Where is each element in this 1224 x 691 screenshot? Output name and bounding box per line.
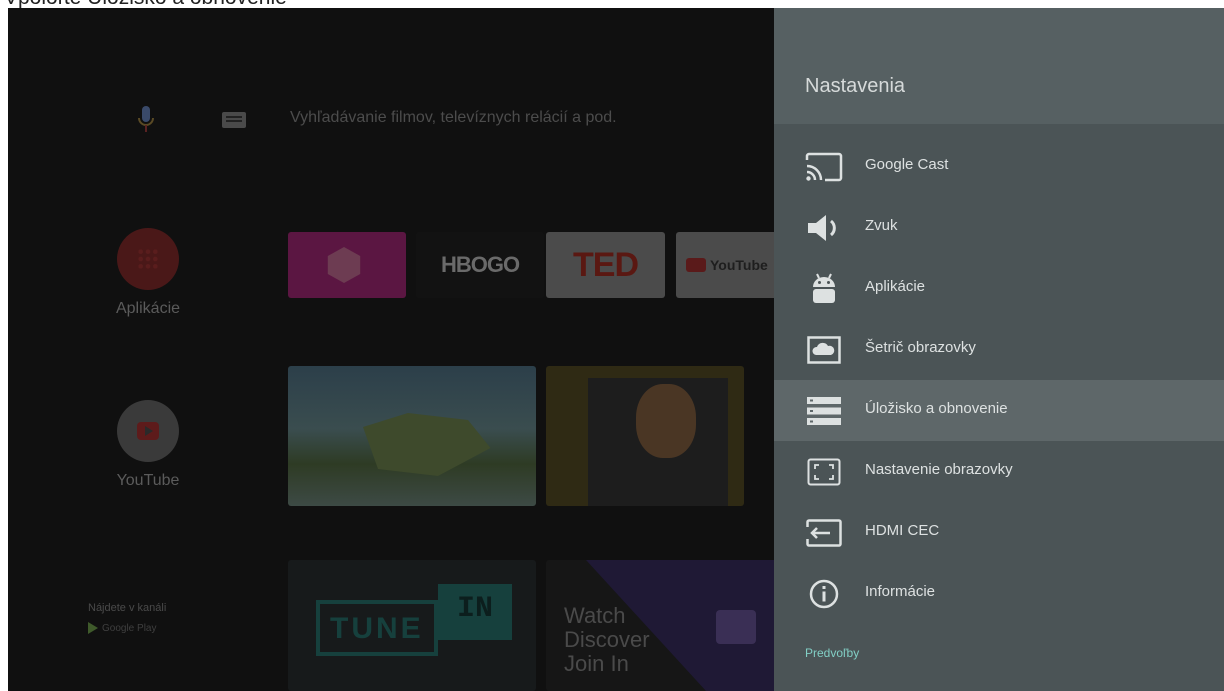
app-tile-hbo-go[interactable]: HBOGO — [416, 232, 544, 298]
content-tile-game[interactable] — [288, 366, 536, 506]
settings-item-sound[interactable]: Zvuk — [774, 197, 1224, 258]
settings-panel: Nastavenia Google Cast Zvuk Aplikácie Še… — [774, 8, 1224, 691]
settings-item-label: Aplikácie — [865, 278, 926, 295]
side-app-youtube[interactable]: YouTube — [88, 400, 208, 490]
tv-screen: Vyhľadávanie filmov, televíznych relácií… — [8, 8, 1224, 691]
twitch-line: Join In — [564, 651, 629, 676]
side-app-label: YouTube — [116, 472, 180, 489]
settings-item-google-cast[interactable]: Google Cast — [774, 136, 1224, 197]
apps-grid-icon — [137, 248, 159, 270]
twitch-text: Watch Discover Join In — [564, 604, 650, 676]
settings-item-hdmi-cec[interactable]: HDMI CEC — [774, 502, 1224, 563]
microphone-icon[interactable] — [137, 104, 155, 136]
twitch-line: Discover — [564, 627, 650, 652]
google-play-icon — [88, 622, 98, 634]
twitch-line: Watch — [564, 603, 626, 628]
settings-header: Nastavenia — [774, 8, 1224, 124]
settings-item-label: Šetrič obrazovky — [865, 339, 976, 356]
settings-title: Nastavenia — [805, 75, 906, 97]
tunein-word-left: TUNE — [316, 600, 438, 656]
settings-item-label: Informácie — [865, 583, 936, 600]
playstore-line2: Google Play — [88, 622, 228, 634]
app-tile-ted[interactable]: TED — [546, 232, 665, 298]
section-label-preferences: Predvoľby — [805, 646, 860, 660]
side-app-label: Aplikácie — [115, 300, 181, 317]
app-tile-youtube[interactable]: YouTube — [676, 232, 786, 298]
app-tile-youtube-label: YouTube — [710, 257, 768, 273]
playstore-line2-text: Google Play — [102, 622, 157, 634]
settings-menu: Google Cast Zvuk Aplikácie Šetrič obrazo… — [774, 136, 1224, 624]
settings-item-label: HDMI CEC — [865, 522, 940, 539]
settings-item-info[interactable]: Informácie — [774, 563, 1224, 624]
twitch-logo-icon — [716, 610, 756, 644]
settings-item-label: Zvuk — [865, 217, 898, 234]
playstore-line1: Nájdete v kanáli — [88, 602, 167, 614]
playstore-promo[interactable]: Nájdete v kanáli Google Play — [88, 602, 228, 634]
content-tile-video[interactable] — [546, 366, 744, 506]
app-tile-play-movies[interactable] — [288, 232, 406, 298]
keyboard-icon[interactable] — [222, 112, 246, 128]
settings-item-label: Nastavenie obrazovky — [865, 461, 1013, 478]
side-app-apps[interactable]: Aplikácie — [88, 228, 208, 318]
youtube-play-icon — [137, 422, 159, 440]
settings-item-label: Google Cast — [865, 156, 949, 173]
settings-item-apps[interactable]: Aplikácie — [774, 258, 1224, 319]
content-tile-tunein[interactable]: TUNE IN — [288, 560, 536, 691]
hdmi-input-icon — [804, 516, 844, 550]
screensaver-icon — [804, 333, 844, 367]
youtube-circle — [117, 400, 179, 462]
speaker-icon — [804, 211, 844, 245]
content-tile-twitch[interactable]: Watch Discover Join In — [546, 560, 786, 691]
info-icon — [804, 577, 844, 611]
settings-item-display[interactable]: Nastavenie obrazovky — [774, 441, 1224, 502]
settings-item-storage-reset[interactable]: Úložisko a obnovenie — [774, 380, 1224, 441]
tunein-word-right: IN — [438, 584, 512, 640]
settings-item-screensaver[interactable]: Šetrič obrazovky — [774, 319, 1224, 380]
cast-icon — [804, 150, 844, 184]
youtube-logo-icon — [686, 258, 706, 272]
storage-icon — [804, 394, 844, 428]
search-hint[interactable]: Vyhľadávanie filmov, televíznych relácií… — [290, 109, 617, 127]
android-icon — [804, 272, 844, 306]
display-icon — [804, 455, 844, 489]
apps-circle — [117, 228, 179, 290]
settings-item-label: Úložisko a obnovenie — [865, 400, 1008, 417]
